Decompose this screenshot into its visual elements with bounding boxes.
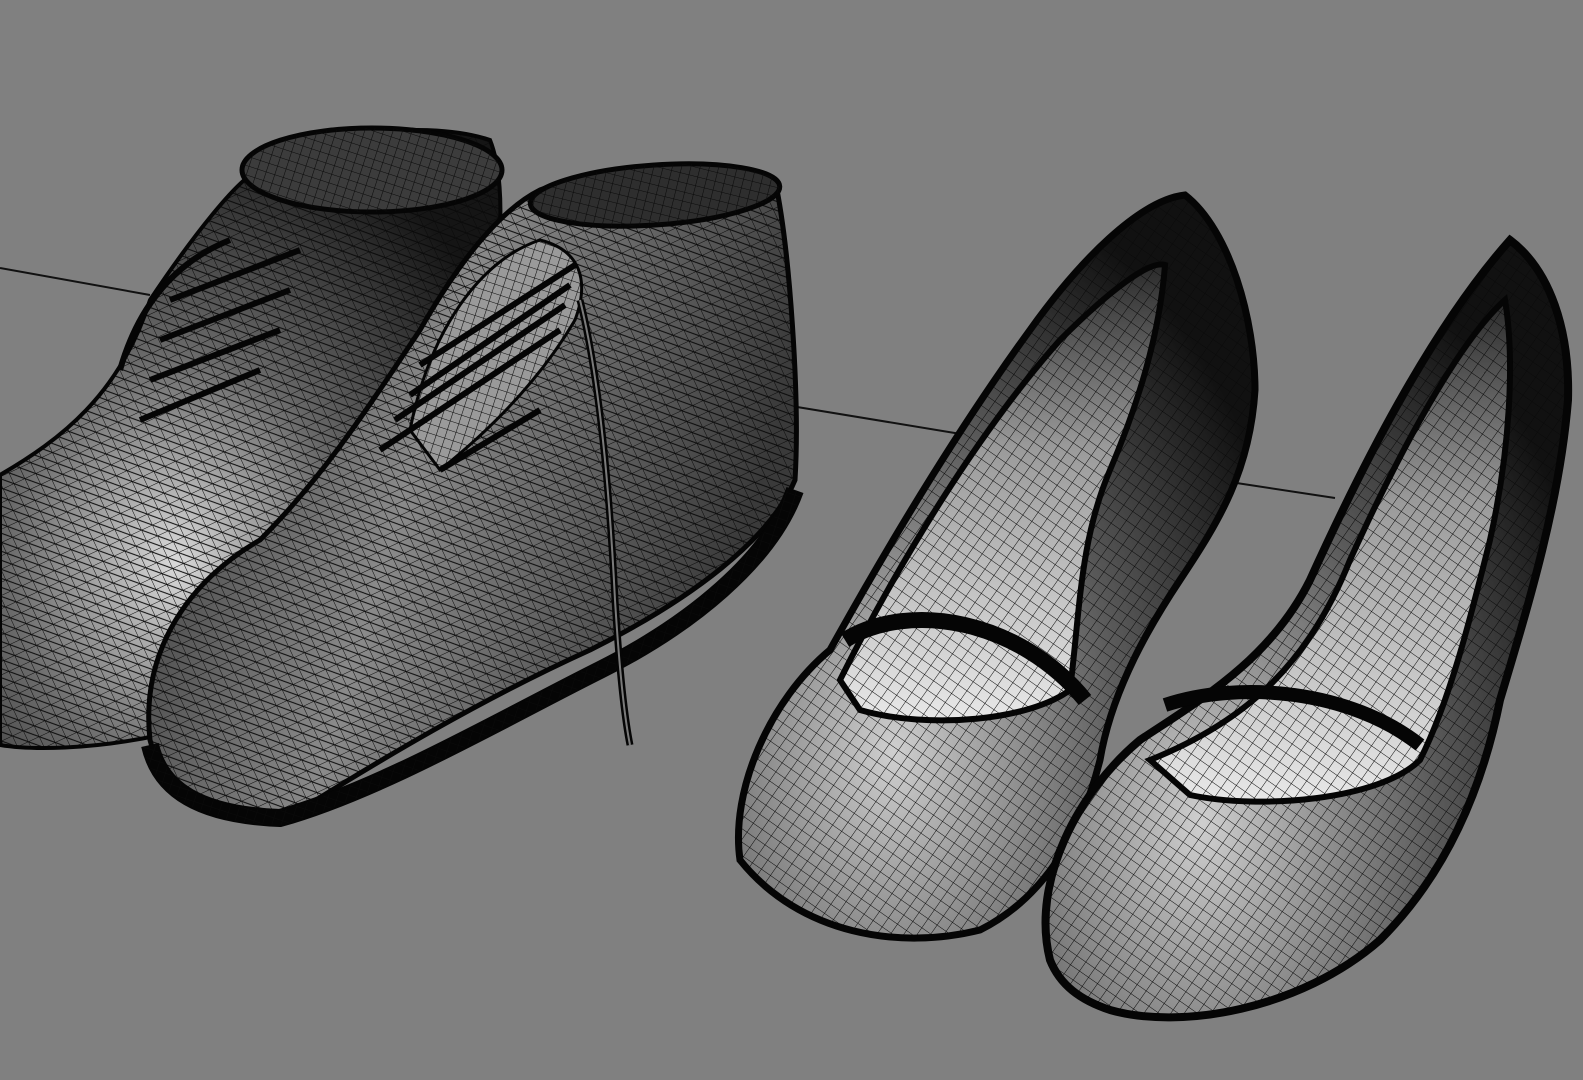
3d-viewport[interactable] bbox=[0, 0, 1583, 1080]
